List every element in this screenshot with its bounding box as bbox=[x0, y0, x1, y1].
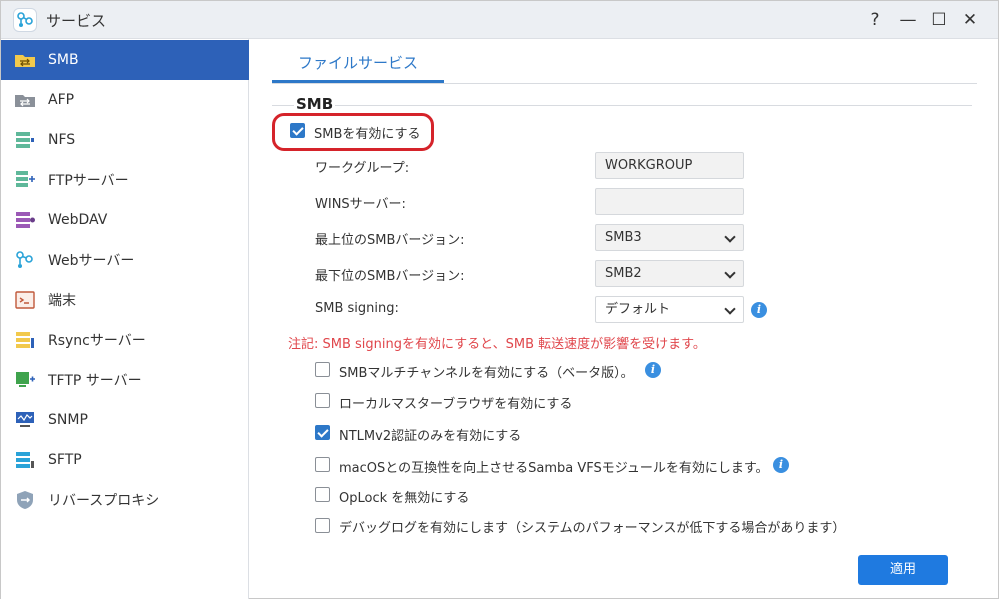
sidebar-item-nfs[interactable]: NFS bbox=[1, 120, 249, 160]
oplock-checkbox[interactable] bbox=[315, 487, 330, 502]
sidebar-item-ftp[interactable]: FTPサーバー bbox=[1, 160, 249, 200]
chevron-down-icon bbox=[724, 267, 736, 279]
sidebar-item-tftp[interactable]: TFTP サーバー bbox=[1, 360, 249, 400]
maximize-icon: ☐ bbox=[931, 9, 947, 30]
sidebar-item-label: Webサーバー bbox=[48, 253, 135, 269]
sidebar-item-smb[interactable]: SMB bbox=[1, 40, 249, 80]
close-icon: ✕ bbox=[962, 9, 978, 30]
reverse-proxy-icon bbox=[17, 491, 33, 509]
oplock-label: OpLock を無効にする bbox=[339, 491, 470, 506]
section-title: SMB bbox=[294, 95, 336, 113]
minimize-button[interactable]: — bbox=[896, 9, 920, 31]
rsync-server-icon bbox=[16, 332, 34, 348]
services-window: サービス ? — ☐ ✕ SMB AFP NFS FTPサーバー WebDAV … bbox=[0, 0, 999, 599]
sidebar-item-label: WebDAV bbox=[48, 212, 108, 228]
apply-button[interactable]: 適用 bbox=[858, 555, 948, 585]
signing-label: SMB signing: bbox=[315, 301, 399, 316]
smb-folder-icon bbox=[15, 55, 35, 67]
sidebar-item-label: AFP bbox=[48, 92, 75, 108]
max-version-value: SMB3 bbox=[605, 230, 642, 245]
max-version-label: 最上位のSMBバージョン: bbox=[315, 233, 465, 248]
sidebar-item-snmp[interactable]: SNMP bbox=[1, 400, 249, 440]
signing-info-icon[interactable]: i bbox=[751, 302, 767, 318]
sidebar-item-label: FTPサーバー bbox=[48, 173, 129, 189]
sidebar-item-label: リバースプロキシ bbox=[48, 493, 160, 509]
help-icon: ? bbox=[870, 9, 880, 30]
sidebar-item-sftp[interactable]: SFTP bbox=[1, 440, 249, 480]
min-version-select[interactable]: SMB2 bbox=[595, 260, 744, 287]
ntlmv2-only-label: NTLMv2認証のみを有効にする bbox=[339, 429, 522, 444]
sidebar-item-label: SNMP bbox=[48, 412, 88, 428]
enable-smb-label: SMBを有効にする bbox=[314, 127, 421, 142]
nfs-icon bbox=[16, 132, 34, 148]
enable-smb-checkbox[interactable] bbox=[290, 123, 305, 138]
sidebar-item-label: TFTP サーバー bbox=[48, 373, 142, 389]
help-button[interactable]: ? bbox=[863, 9, 887, 31]
afp-folder-icon bbox=[15, 95, 35, 107]
tftp-server-icon bbox=[16, 372, 35, 387]
terminal-icon bbox=[15, 291, 35, 309]
sidebar-item-web-server[interactable]: Webサーバー bbox=[1, 240, 249, 280]
signing-select[interactable]: デフォルト bbox=[595, 296, 744, 323]
main-panel: ファイルサービス SMB SMBを有効にする ワークグループ: WORKGROU… bbox=[250, 39, 998, 599]
min-version-value: SMB2 bbox=[605, 266, 642, 281]
debug-log-checkbox[interactable] bbox=[315, 518, 330, 533]
local-master-browser-checkbox[interactable] bbox=[315, 393, 330, 408]
chevron-down-icon bbox=[724, 303, 736, 315]
title-bar: サービス ? — ☐ ✕ bbox=[1, 1, 998, 39]
sidebar-item-label: NFS bbox=[48, 132, 76, 148]
settings-scroll-area: SMB SMBを有効にする ワークグループ: WORKGROUP WINSサーバ… bbox=[250, 39, 998, 533]
maximize-button[interactable]: ☐ bbox=[927, 9, 951, 31]
multichannel-info-icon[interactable]: i bbox=[645, 362, 661, 378]
sidebar: SMB AFP NFS FTPサーバー WebDAV Webサーバー 端末 Rs… bbox=[1, 39, 249, 599]
sftp-icon bbox=[16, 452, 34, 468]
wins-input[interactable] bbox=[595, 188, 744, 215]
sidebar-item-label: 端末 bbox=[48, 293, 76, 309]
sidebar-item-label: Rsyncサーバー bbox=[48, 333, 146, 349]
sidebar-item-webdav[interactable]: WebDAV bbox=[1, 200, 249, 240]
workgroup-input[interactable]: WORKGROUP bbox=[595, 152, 744, 179]
macos-vfs-label: macOSとの互換性を向上させるSamba VFSモジュールを有効にします。 bbox=[339, 461, 769, 476]
wins-label: WINSサーバー: bbox=[315, 197, 406, 212]
chevron-down-icon bbox=[724, 231, 736, 243]
section-divider bbox=[272, 105, 972, 106]
macos-vfs-info-icon[interactable]: i bbox=[773, 457, 789, 473]
macos-vfs-checkbox[interactable] bbox=[315, 457, 330, 472]
sidebar-item-label: SMB bbox=[48, 52, 79, 68]
app-icon bbox=[13, 8, 37, 32]
ftp-server-icon bbox=[16, 171, 35, 187]
max-version-select[interactable]: SMB3 bbox=[595, 224, 744, 251]
sidebar-item-rsync[interactable]: Rsyncサーバー bbox=[1, 320, 249, 360]
signing-value: デフォルト bbox=[605, 302, 671, 317]
multichannel-checkbox[interactable] bbox=[315, 362, 330, 377]
debug-log-label: デバッグログを有効にします（システムのパフォーマンスが低下する場合があります） bbox=[339, 521, 846, 533]
sidebar-item-label: SFTP bbox=[48, 452, 82, 468]
web-server-icon bbox=[16, 251, 33, 268]
min-version-label: 最下位のSMBバージョン: bbox=[315, 269, 465, 284]
local-master-browser-label: ローカルマスターブラウザを有効にする bbox=[339, 397, 573, 412]
ntlmv2-only-checkbox[interactable] bbox=[315, 425, 330, 440]
snmp-icon bbox=[16, 412, 34, 427]
workgroup-label: ワークグループ: bbox=[315, 161, 410, 176]
sidebar-item-reverse-proxy[interactable]: リバースプロキシ bbox=[1, 480, 249, 520]
close-button[interactable]: ✕ bbox=[958, 9, 982, 31]
signing-warning-note: 注記: SMB signingを有効にすると、SMB 転送速度が影響を受けます。 bbox=[288, 337, 706, 352]
sidebar-item-afp[interactable]: AFP bbox=[1, 80, 249, 120]
webdav-icon bbox=[16, 212, 35, 228]
minimize-icon: — bbox=[899, 9, 917, 30]
sidebar-item-terminal[interactable]: 端末 bbox=[1, 280, 249, 320]
multichannel-label: SMBマルチチャンネルを有効にする（ベータ版）。 bbox=[339, 366, 634, 381]
window-title: サービス bbox=[46, 12, 107, 30]
